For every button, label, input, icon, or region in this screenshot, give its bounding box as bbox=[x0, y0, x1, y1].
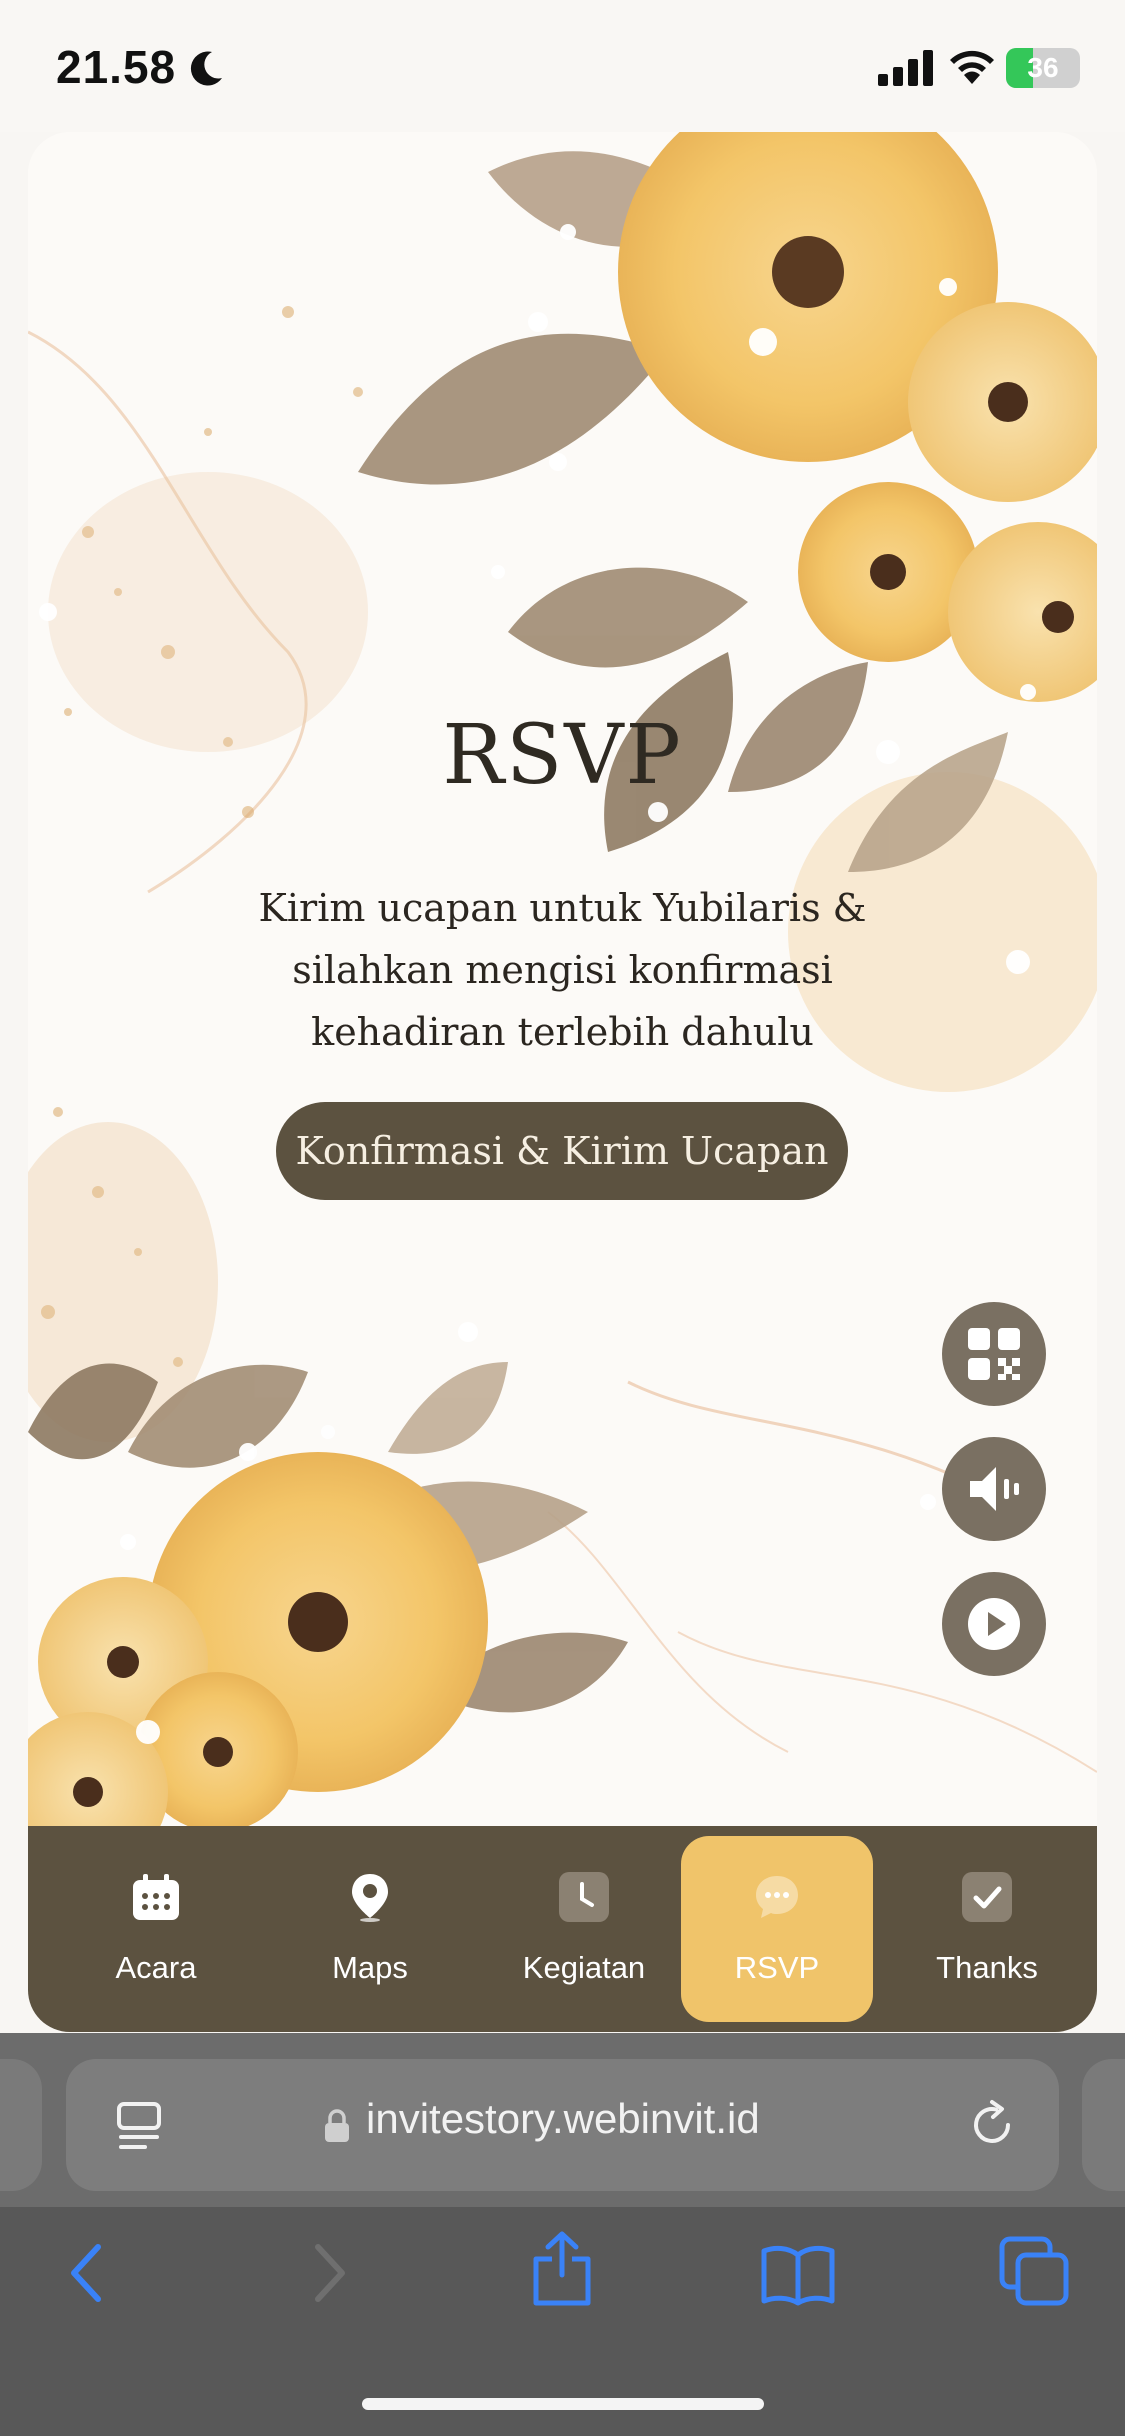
rsvp-title: RSVP bbox=[442, 708, 683, 803]
invitation-card: RSVP Kirim ucapan untuk Yubilaris & sila… bbox=[28, 132, 1097, 2032]
tab-kegiatan[interactable]: Kegiatan bbox=[488, 1836, 680, 2022]
next-tab-preview[interactable] bbox=[1082, 2059, 1125, 2191]
moon-icon bbox=[190, 51, 222, 86]
wifi-icon bbox=[950, 50, 994, 84]
bookmarks-icon[interactable] bbox=[760, 2243, 836, 2307]
calendar-icon bbox=[133, 1874, 179, 1920]
qr-code-button[interactable] bbox=[942, 1302, 1046, 1406]
address-bar[interactable]: invitestory.webinvit.id bbox=[66, 2059, 1059, 2191]
rsvp-description-line: silahkan mengisi konfirmasi bbox=[292, 948, 833, 992]
back-icon[interactable] bbox=[64, 2241, 108, 2305]
confirm-and-send-button[interactable]: Konfirmasi & Kirim Ucapan bbox=[276, 1102, 848, 1200]
chat-bubble-icon bbox=[756, 1876, 798, 1918]
checkmark-icon bbox=[962, 1872, 1012, 1922]
tab-label: RSVP bbox=[734, 1950, 820, 1985]
tab-label: Thanks bbox=[936, 1950, 1038, 1985]
map-pin-icon bbox=[352, 1874, 388, 1922]
sound-toggle-button[interactable] bbox=[942, 1437, 1046, 1541]
clock-icon bbox=[559, 1872, 609, 1922]
previous-tab-preview[interactable] bbox=[0, 2059, 42, 2191]
browser-nav-row bbox=[0, 2223, 1125, 2343]
tab-rsvp[interactable]: RSVP bbox=[681, 1836, 873, 2022]
play-button[interactable] bbox=[942, 1572, 1046, 1676]
page-format-icon[interactable] bbox=[116, 2101, 162, 2151]
tab-maps[interactable]: Maps bbox=[274, 1836, 466, 2022]
forward-icon[interactable] bbox=[308, 2241, 352, 2305]
home-indicator bbox=[362, 2398, 764, 2410]
floral-background bbox=[28, 132, 1097, 2032]
lock-icon bbox=[325, 2109, 349, 2142]
address-bar-area: invitestory.webinvit.id bbox=[0, 2033, 1125, 2207]
speaker-icon bbox=[970, 1467, 1019, 1511]
qr-code-icon bbox=[968, 1328, 1020, 1380]
tabs-icon[interactable] bbox=[998, 2235, 1070, 2307]
rsvp-description-line: kehadiran terlebih dahulu bbox=[311, 1010, 814, 1054]
url-text: invitestory.webinvit.id bbox=[366, 2095, 760, 2142]
status-time: 21.58 bbox=[56, 41, 177, 93]
reload-icon[interactable] bbox=[966, 2099, 1018, 2151]
browser-toolbar: invitestory.webinvit.id bbox=[0, 2033, 1125, 2436]
cellular-signal-icon bbox=[878, 50, 933, 86]
tab-acara[interactable]: Acara bbox=[60, 1836, 252, 2022]
tab-label: Acara bbox=[115, 1950, 197, 1985]
battery-indicator: 36 bbox=[1006, 48, 1080, 88]
battery-percent: 36 bbox=[1027, 52, 1059, 83]
status-bar: 21.58 36 bbox=[0, 0, 1125, 132]
share-icon[interactable] bbox=[530, 2231, 594, 2307]
rsvp-description-line: Kirim ucapan untuk Yubilaris & bbox=[258, 886, 867, 930]
rsvp-description: Kirim ucapan untuk Yubilaris & silahkan … bbox=[228, 877, 897, 1063]
tab-label: Maps bbox=[332, 1950, 408, 1985]
play-icon bbox=[968, 1598, 1020, 1650]
bottom-tab-bar: Acara Maps Kegiatan RSVP Thanks bbox=[28, 1826, 1097, 2032]
tab-label: Kegiatan bbox=[522, 1950, 646, 1985]
tab-thanks[interactable]: Thanks bbox=[891, 1836, 1083, 2022]
